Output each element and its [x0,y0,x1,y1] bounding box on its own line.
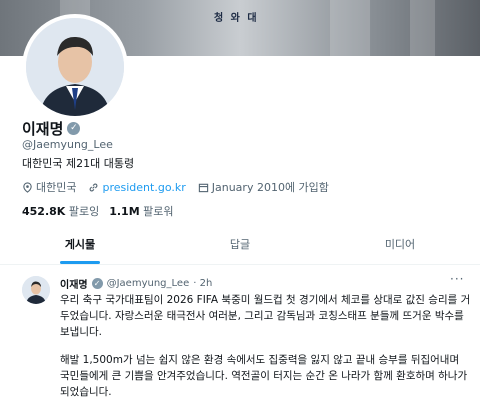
verified-badge-icon[interactable]: ✓ [67,122,81,135]
tweet-avatar[interactable] [22,276,50,304]
tab-replies-label: 답글 [229,238,251,251]
verified-badge-icon: ✓ [91,278,103,289]
followers-link[interactable]: 1.1M 팔로워 [109,203,173,219]
profile-tabs: 게시물 답글 미디어 [0,226,480,265]
profile-name: 이재명 ✓ [22,118,81,139]
joined-item: January 2010에 가입함 [198,179,329,195]
profile-bio: 대한민국 제21대 대통령 [22,157,135,170]
calendar-icon [198,183,208,192]
link-icon [90,183,98,191]
tweet-text: 우리 축구 국가대표팀이 2026 FIFA 북중미 월드컵 첫 경기에서 체코… [60,292,472,412]
location-text: 대한민국 [36,181,77,194]
tweet-header: 이재명 ✓ @Jaemyung_Lee · 2h [60,276,212,291]
tab-posts-label: 게시물 [64,238,96,251]
following-label: 팔로잉 [68,205,100,218]
profile-handle: @Jaemyung_Lee [22,138,113,151]
location-pin-icon [23,181,32,193]
tweet-paragraph-2: 해발 1,500m가 넘는 쉽지 않은 환경 속에서도 집중력을 잃지 않고 끝… [60,354,468,398]
tab-media[interactable]: 미디어 [320,226,480,264]
profile-name-text: 이재명 [22,120,64,138]
tweet-timestamp[interactable]: · 2h [193,278,212,289]
banner-caption: 청 와 대 [214,13,259,24]
profile-meta: 대한민국 president.go.kr January 2010에 가입함 [22,179,329,195]
following-link[interactable]: 452.8K 팔로잉 [22,203,99,219]
tweet-author-handle[interactable]: @Jaemyung_Lee [107,278,190,289]
joined-text: January 2010에 가입함 [211,181,329,194]
tab-media-label: 미디어 [384,238,416,251]
tab-active-indicator [60,261,100,264]
tweet[interactable]: 이재명 ✓ @Jaemyung_Lee · 2h ··· 우리 축구 국가대표팀… [0,268,480,398]
website-item[interactable]: president.go.kr [88,181,186,194]
tab-replies[interactable]: 답글 [160,226,320,264]
follow-stats: 452.8K 팔로잉 1.1M 팔로워 [22,203,174,219]
tweet-paragraph-1: 우리 축구 국가대표팀이 2026 FIFA 북중미 월드컵 첫 경기에서 체코… [60,294,471,338]
website-link[interactable]: president.go.kr [102,181,185,194]
followers-label: 팔로워 [143,205,174,218]
followers-count: 1.1M [109,205,140,218]
tweet-author-name[interactable]: 이재명 [60,276,88,291]
location-item: 대한민국 [22,179,76,195]
more-icon[interactable]: ··· [450,272,464,286]
tab-posts[interactable]: 게시물 [0,226,160,264]
profile-avatar[interactable] [22,14,128,120]
following-count: 452.8K [22,205,66,218]
